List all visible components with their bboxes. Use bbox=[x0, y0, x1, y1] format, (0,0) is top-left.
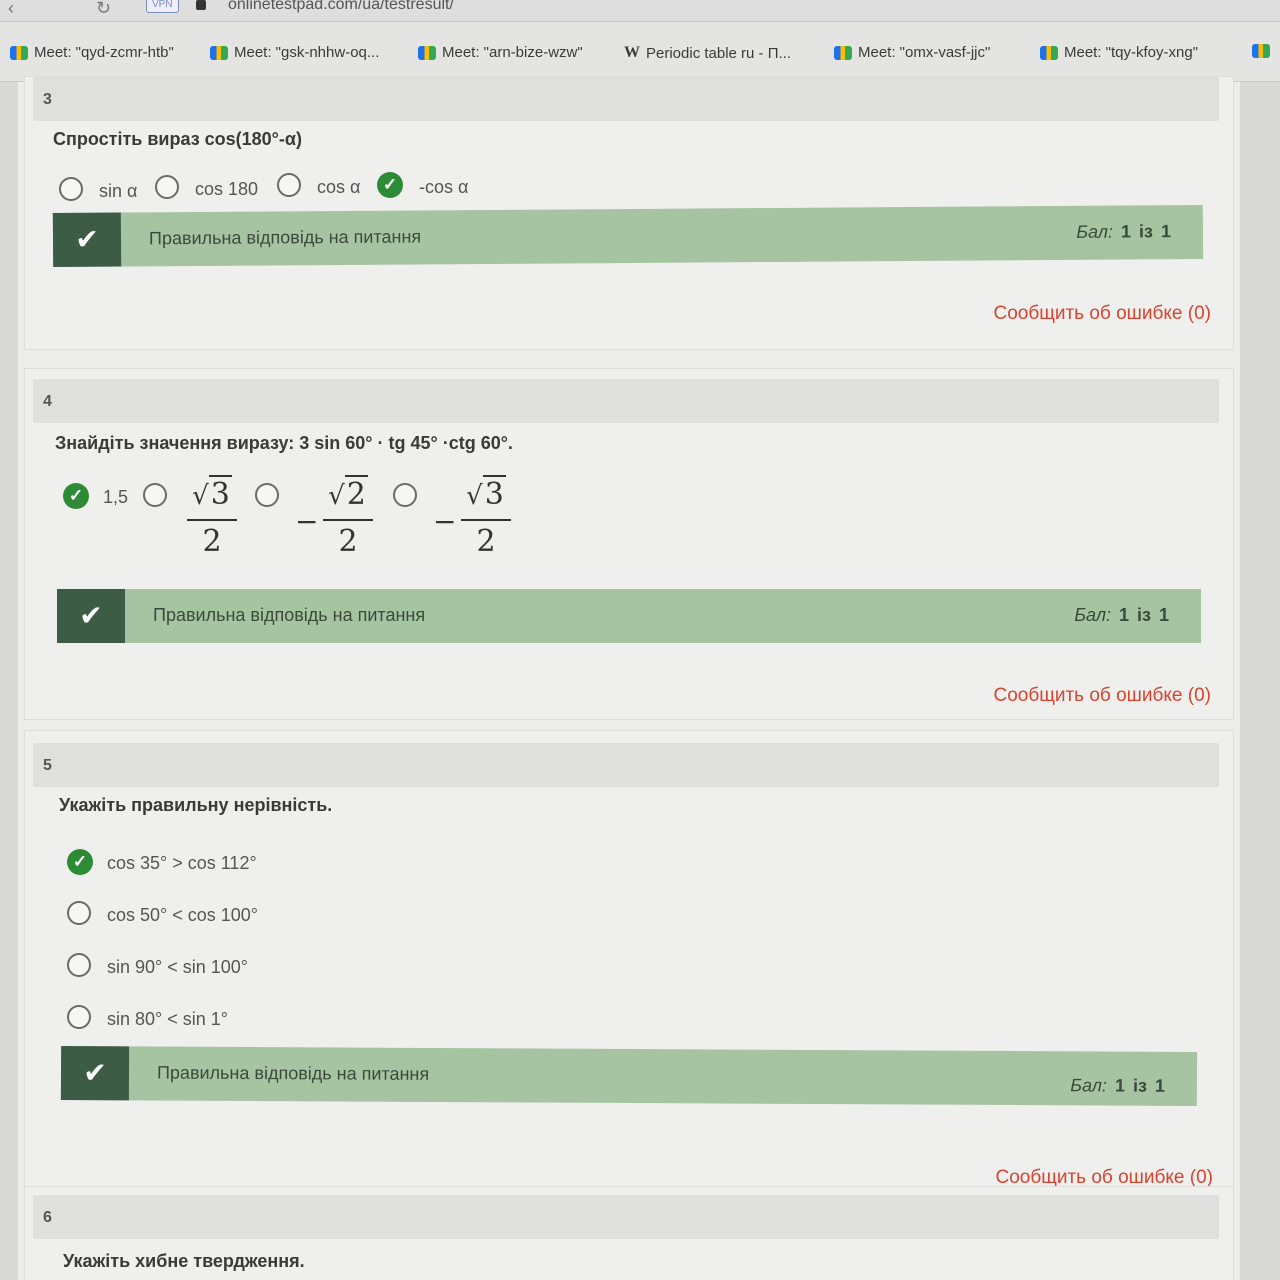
question-card: 4 Знайдіть значення виразу: 3 sin 60° · … bbox=[24, 368, 1234, 720]
question-card: 6 Укажіть хибне твердження. bbox=[24, 1186, 1234, 1280]
bookmark-label: Meet: "omx-vasf-jjc" bbox=[858, 44, 991, 61]
answer-radio[interactable] bbox=[143, 483, 167, 507]
bookmark-item[interactable]: Meet: "omx-vasf-jjc" bbox=[834, 44, 990, 61]
bookmark-item[interactable]: W Periodic table ru - П... bbox=[624, 44, 791, 62]
report-error-link[interactable]: Сообщить об ошибке (0) bbox=[994, 303, 1212, 325]
score-of: із bbox=[1132, 1075, 1147, 1096]
score: Бал: 1 із 1 bbox=[1070, 1075, 1165, 1096]
bookmark-item[interactable]: Meet: "arn-bize-wzw" bbox=[418, 44, 583, 61]
fraction-radicand: 2 bbox=[344, 475, 368, 512]
meet-icon bbox=[1252, 44, 1270, 58]
bookmark-label: Periodic table ru - П... bbox=[646, 44, 792, 62]
fraction-denominator: 2 bbox=[476, 524, 496, 559]
minus-sign: − bbox=[295, 505, 319, 538]
result-bar: ✔ Правильна відповідь на питання Бал: 1 із… bbox=[60, 1046, 1198, 1106]
fraction-option: √2 2 bbox=[323, 473, 373, 561]
bookmark-label: Meet: "gsk-nhhw-oq... bbox=[234, 44, 380, 61]
bookmark-label: Meet: "qyd-zcmr-htb" bbox=[34, 44, 174, 61]
bookmark-item[interactable]: Meet: "tqy-kfoy-xng" bbox=[1040, 44, 1198, 61]
report-error-link[interactable]: Сообщить об ошибке (0) bbox=[994, 685, 1212, 707]
fraction-option: √3 2 bbox=[461, 473, 511, 561]
fraction-denominator: 2 bbox=[338, 524, 358, 559]
answer-radio[interactable] bbox=[393, 483, 417, 507]
question-number: 5 bbox=[33, 743, 1219, 787]
bookmark-item[interactable]: Meet: "qyd-zcmr-htb" bbox=[10, 44, 174, 61]
question-text: Спростіть вираз cos(180°-α) bbox=[53, 129, 302, 149]
answer-radio[interactable] bbox=[67, 953, 91, 977]
question-text: Укажіть правильну нерівність. bbox=[59, 795, 333, 815]
answer-radio[interactable] bbox=[67, 901, 91, 925]
score-max: 1 bbox=[1160, 221, 1172, 242]
result-bar: ✔ Правильна відповідь на питання Бал: 1 із… bbox=[57, 589, 1201, 643]
score-of: із bbox=[1138, 221, 1154, 242]
score-value: 1 bbox=[1114, 1075, 1126, 1096]
bookmark-overflow[interactable] bbox=[1252, 44, 1270, 58]
score-value: 1 bbox=[1119, 605, 1130, 625]
score-label: Бал: bbox=[1076, 221, 1114, 242]
answer-option: sin 90° < sin 100° bbox=[107, 957, 248, 977]
correct-check-icon: ✓ bbox=[377, 172, 403, 198]
bookmark-label: Meet: "tqy-kfoy-xng" bbox=[1064, 44, 1199, 61]
answer-option: cos 50° < cos 100° bbox=[107, 905, 258, 925]
bookmarks-bar: Meet: "qyd-zcmr-htb" Meet: "gsk-nhhw-oq.… bbox=[0, 22, 1280, 82]
bookmark-item[interactable]: Meet: "gsk-nhhw-oq... bbox=[210, 44, 379, 61]
question-card: 5 Укажіть правильну нерівність. ✓ cos 35… bbox=[24, 730, 1234, 1192]
question-number: 4 bbox=[33, 379, 1219, 423]
answer-option: sin 80° < sin 1° bbox=[107, 1009, 228, 1029]
answer-option-selected: cos 35° > cos 112° bbox=[107, 853, 257, 873]
question-card: 3 Спростіть вираз cos(180°-α) sin α cos … bbox=[24, 76, 1234, 350]
lock-icon bbox=[196, 0, 206, 10]
wikipedia-icon: W bbox=[624, 44, 640, 61]
answer-option: cos 180 bbox=[195, 179, 259, 199]
checkmark-icon: ✔ bbox=[60, 1046, 130, 1101]
score: Бал: 1 із 1 bbox=[1074, 605, 1169, 626]
result-bar: ✔ Правильна відповідь на питання Бал: 1 із… bbox=[52, 204, 1204, 268]
question-text: Укажіть хибне твердження. bbox=[63, 1251, 305, 1271]
answer-radio[interactable] bbox=[155, 175, 179, 199]
minus-sign: − bbox=[433, 505, 457, 538]
meet-icon bbox=[834, 45, 852, 60]
answer-option: sin α bbox=[99, 181, 138, 201]
vpn-badge[interactable]: VPN bbox=[146, 0, 179, 13]
score-of: із bbox=[1137, 605, 1151, 625]
score-label: Бал: bbox=[1074, 605, 1112, 625]
result-message: Правильна відповідь на питання bbox=[156, 1062, 430, 1084]
test-result-page: 3 Спростіть вираз cos(180°-α) sin α cos … bbox=[18, 76, 1240, 1280]
result-message: Правильна відповідь на питання bbox=[148, 226, 422, 249]
score: Бал: 1 із 1 bbox=[1076, 221, 1171, 243]
reload-icon[interactable]: ↻ bbox=[96, 0, 111, 19]
correct-check-icon: ✓ bbox=[67, 849, 93, 875]
correct-check-icon: ✓ bbox=[63, 483, 89, 509]
meet-icon bbox=[418, 45, 436, 60]
answer-radio[interactable] bbox=[255, 483, 279, 507]
score-max: 1 bbox=[1154, 1075, 1166, 1096]
meet-icon bbox=[210, 45, 228, 60]
answer-option: cos α bbox=[317, 177, 361, 197]
answer-option-selected: 1,5 bbox=[103, 487, 129, 507]
question-number: 3 bbox=[33, 77, 1219, 121]
answer-option-selected: -cos α bbox=[419, 177, 469, 197]
answer-radio[interactable] bbox=[59, 177, 83, 201]
fraction-radicand: 3 bbox=[482, 475, 506, 512]
bookmark-label: Meet: "arn-bize-wzw" bbox=[442, 44, 583, 61]
answer-radio[interactable] bbox=[277, 173, 301, 197]
fraction-radicand: 3 bbox=[208, 475, 232, 512]
score-max: 1 bbox=[1158, 605, 1169, 625]
back-icon[interactable]: ‹ bbox=[8, 0, 14, 19]
question-number: 6 bbox=[33, 1195, 1219, 1239]
address-bar: ‹ ↻ VPN onlinetestpad.com/ua/testresult/ bbox=[0, 0, 1280, 22]
checkmark-icon: ✔ bbox=[52, 212, 122, 268]
answer-radio[interactable] bbox=[67, 1005, 91, 1029]
score-label: Бал: bbox=[1070, 1075, 1108, 1096]
checkmark-icon: ✔ bbox=[57, 589, 125, 643]
fraction-option: √3 2 bbox=[187, 473, 237, 561]
url-text[interactable]: onlinetestpad.com/ua/testresult/ bbox=[228, 0, 454, 14]
question-text: Знайдіть значення виразу: 3 sin 60° · tg… bbox=[55, 433, 513, 453]
score-value: 1 bbox=[1120, 221, 1132, 242]
fraction-denominator: 2 bbox=[202, 524, 222, 559]
meet-icon bbox=[1040, 45, 1058, 60]
result-message: Правильна відповідь на питання bbox=[153, 605, 426, 625]
meet-icon bbox=[10, 45, 28, 60]
